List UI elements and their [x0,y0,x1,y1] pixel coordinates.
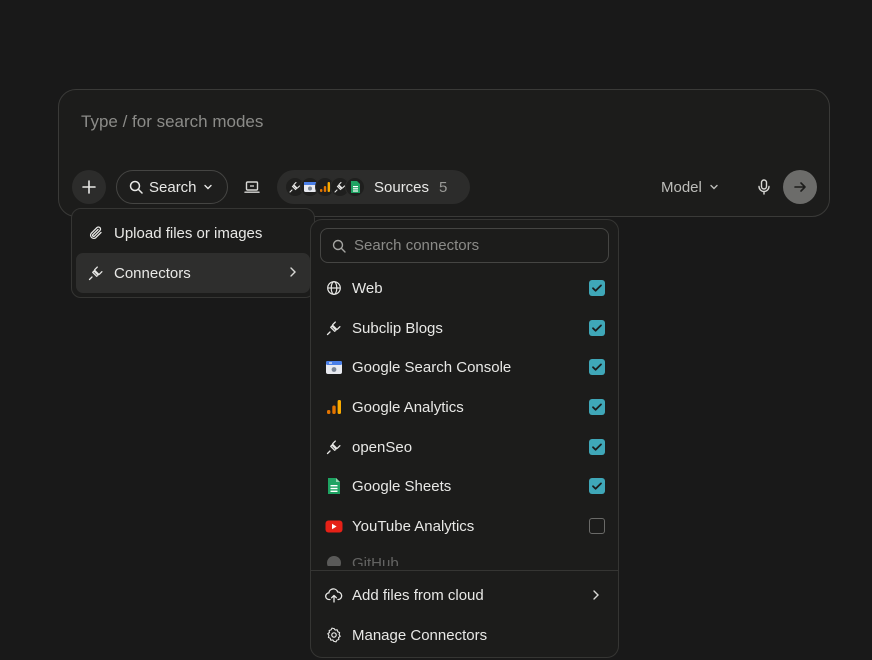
connector-label: Subclip Blogs [352,319,443,337]
laptop-icon [244,181,260,193]
add-files-from-cloud-label: Add files from cloud [352,586,484,604]
connector-row-google-search-console[interactable]: Google Search Console [311,347,618,387]
google-sheets-icon [345,177,365,197]
connectors-label: Connectors [114,264,191,282]
connector-row-google-analytics[interactable]: Google Analytics [311,387,618,427]
connector-row-youtube-analytics[interactable]: YouTube Analytics [311,506,618,546]
google-sheets-icon [325,477,343,495]
connector-row-web[interactable]: Web [311,268,618,308]
checkbox-unchecked[interactable] [589,518,605,534]
connector-row-subclip-blogs[interactable]: Subclip Blogs [311,308,618,348]
connector-label: Google Analytics [352,398,464,416]
plug-icon [325,438,343,456]
add-files-from-cloud-item[interactable]: Add files from cloud [311,575,618,615]
connector-label: Google Search Console [352,358,512,376]
checkbox-checked[interactable] [589,399,605,415]
chevron-right-icon [290,267,296,277]
add-button[interactable] [72,170,106,204]
search-icon [129,180,143,194]
search-icon [332,239,346,253]
connector-row-openseo[interactable]: openSeo [311,427,618,467]
search-connectors-placeholder: Search connectors [354,237,480,254]
checkbox-checked[interactable] [589,359,605,375]
source-icons [285,177,365,197]
checkbox-checked[interactable] [589,439,605,455]
github-icon [325,554,343,566]
microphone-icon [758,179,770,195]
cloud-upload-icon [325,586,343,604]
connector-row-google-sheets[interactable]: Google Sheets [311,466,618,506]
connector-label: Google Sheets [352,477,452,495]
connector-label: openSeo [352,438,413,456]
google-analytics-icon [325,398,343,416]
search-mode-button[interactable]: Search [116,170,228,204]
sources-button[interactable]: Sources 5 [277,170,470,204]
connectors-item[interactable]: Connectors [76,253,310,293]
checkbox-checked[interactable] [589,478,605,494]
search-mode-label: Search [149,178,197,196]
computer-mode-button[interactable] [235,170,269,204]
panel-divider [311,570,618,571]
connector-label: Web [352,279,383,297]
plug-icon [325,319,343,337]
sources-count: 5 [439,178,448,196]
upload-files-label: Upload files or images [114,224,263,242]
paperclip-icon [89,226,102,240]
manage-connectors-label: Manage Connectors [352,626,488,644]
checkbox-checked[interactable] [589,280,605,296]
submit-button[interactable] [783,170,817,204]
model-label: Model [661,178,702,196]
model-selector[interactable]: Model [661,170,719,204]
connector-label: GitHub [352,554,399,567]
plus-icon [82,180,96,194]
prompt-input[interactable]: Type / for search modes [81,112,263,132]
gear-icon [325,626,343,644]
attach-menu: Upload files or images Connectors [71,208,315,298]
chevron-right-icon [593,590,599,600]
google-search-console-icon [325,358,343,376]
manage-connectors-item[interactable]: Manage Connectors [311,615,618,655]
voice-input-button[interactable] [747,170,781,204]
sources-label: Sources [374,178,430,196]
plug-icon [88,266,103,281]
youtube-icon [325,517,343,535]
chevron-down-icon [203,184,212,190]
chevron-down-icon [710,184,718,190]
connector-label: YouTube Analytics [352,517,475,535]
prompt-composer: Type / for search modes Search Sources 5… [58,89,830,217]
arrow-right-icon [794,182,806,192]
connector-row-github[interactable]: GitHub [311,546,618,567]
connectors-panel: Search connectors Web Subclip Blogs Goog… [310,219,619,658]
upload-files-item[interactable]: Upload files or images [76,213,310,253]
globe-icon [325,279,343,297]
search-connectors-input[interactable]: Search connectors [320,228,609,263]
checkbox-checked[interactable] [589,320,605,336]
